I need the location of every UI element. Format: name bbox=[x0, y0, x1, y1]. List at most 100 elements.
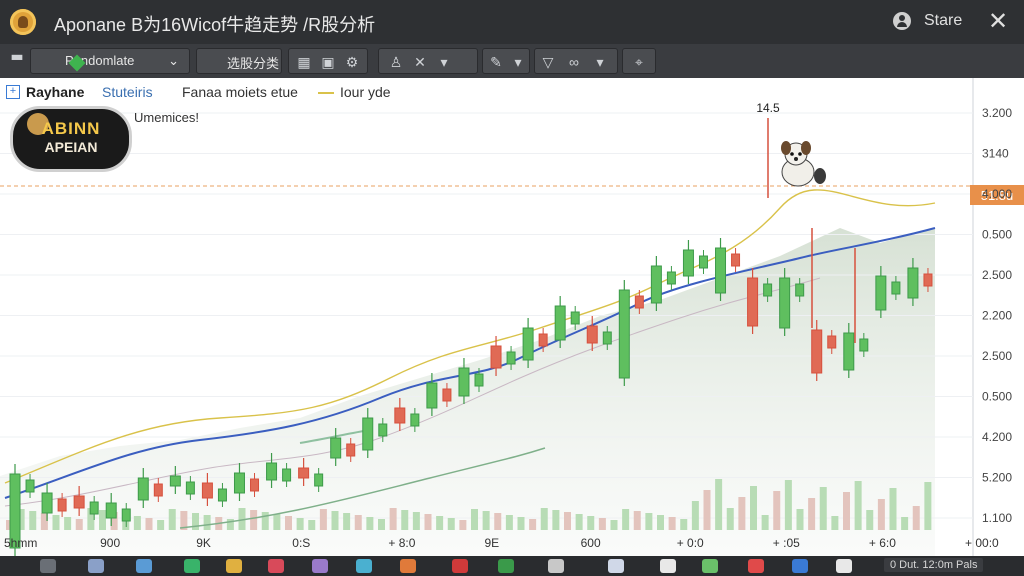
binoculars-icon[interactable]: ∞ bbox=[563, 52, 585, 72]
volume-bar bbox=[273, 514, 281, 530]
volume-bar bbox=[203, 515, 211, 530]
y-tick-label: 2.200 bbox=[982, 309, 1012, 323]
app-icon-2[interactable] bbox=[136, 559, 152, 573]
cross-tool-icon[interactable]: ✕ bbox=[409, 52, 431, 72]
app-icon-5[interactable] bbox=[268, 559, 284, 573]
volume-bar bbox=[226, 519, 234, 530]
symbol-select[interactable]: Pandomlate ⌄ bbox=[30, 48, 190, 74]
watermark-line1: ABINN bbox=[41, 119, 101, 138]
candle bbox=[153, 483, 163, 497]
x-tick-label: 900 bbox=[100, 536, 120, 550]
indicator-label: 选股分类 bbox=[227, 56, 280, 71]
app-icon-14[interactable] bbox=[702, 559, 718, 573]
app-icon-17[interactable] bbox=[836, 559, 852, 573]
indicator-button[interactable]: 选股分类 bbox=[196, 48, 419, 74]
menu-icon[interactable]: ▬ bbox=[6, 47, 28, 67]
volume-bar bbox=[854, 481, 862, 530]
add-study-icon[interactable]: + bbox=[6, 85, 20, 99]
candle bbox=[346, 443, 356, 457]
tray-extra: Pals bbox=[956, 559, 978, 571]
grid-icon[interactable]: ▦ bbox=[293, 52, 315, 72]
candle bbox=[698, 255, 708, 269]
chevron-down-icon[interactable]: ▾ bbox=[589, 52, 611, 72]
close-button[interactable]: ✕ bbox=[988, 7, 1008, 35]
volume-bar bbox=[517, 517, 525, 530]
tool-group-filter: ▽ ∞ ▾ bbox=[534, 48, 618, 74]
volume-bar bbox=[540, 508, 548, 530]
volume-bar bbox=[494, 513, 502, 530]
chevron-down-icon[interactable]: ▾ bbox=[433, 52, 455, 72]
taskbar: 0 Dut. 12:0m Pals bbox=[0, 556, 1024, 576]
filter-icon[interactable]: ▽ bbox=[537, 52, 559, 72]
y-tick-label: 2.500 bbox=[982, 268, 1012, 282]
candle bbox=[217, 488, 227, 502]
volume-bar bbox=[75, 519, 83, 530]
price-chart[interactable]: 51.8u 14.5 Umemices! 3.20031404.0000.500… bbox=[0, 78, 1024, 556]
share-button[interactable]: Stare bbox=[924, 12, 962, 30]
tool-group-draw: ♙ ✕ ▾ bbox=[378, 48, 478, 74]
user-icon[interactable] bbox=[893, 12, 911, 30]
candle bbox=[634, 295, 644, 309]
volume-bar bbox=[447, 518, 455, 530]
candle bbox=[618, 289, 630, 379]
volume-bar bbox=[552, 510, 560, 530]
title-bar: Aponane B为16Wicof牛趋走势 /R股分析 Stare ✕ bbox=[0, 0, 1024, 44]
app-icon-1[interactable] bbox=[88, 559, 104, 573]
volume-bar bbox=[436, 516, 444, 530]
candle bbox=[522, 327, 534, 361]
candle bbox=[859, 338, 869, 352]
volume-bar bbox=[610, 520, 618, 530]
legend-study[interactable]: Stuteiris bbox=[102, 84, 153, 100]
window-icon[interactable]: ▣ bbox=[317, 52, 339, 72]
candle bbox=[747, 277, 759, 327]
tray-date: 0 Dut. 12:0m bbox=[890, 559, 953, 571]
peak-label: 14.5 bbox=[756, 101, 780, 115]
app-icon-3[interactable] bbox=[184, 559, 200, 573]
app-icon-7[interactable] bbox=[356, 559, 372, 573]
candle bbox=[282, 468, 292, 482]
chart-subtitle: Umemices! bbox=[134, 110, 199, 125]
app-icon-10[interactable] bbox=[498, 559, 514, 573]
volume-bar bbox=[726, 508, 734, 530]
candle bbox=[538, 333, 548, 347]
app-icon-9[interactable] bbox=[452, 559, 468, 573]
app-icon-11[interactable] bbox=[548, 559, 564, 573]
pen-icon[interactable]: ✎ bbox=[485, 52, 507, 72]
app-icon-6[interactable] bbox=[312, 559, 328, 573]
app-icon-8[interactable] bbox=[400, 559, 416, 573]
chart-area[interactable]: 51.8u 14.5 Umemices! 3.200 3140 4.000 0.500… bbox=[0, 78, 1024, 556]
tool-pin[interactable]: ⌖ bbox=[622, 48, 656, 74]
candle bbox=[795, 283, 805, 297]
volume-bar bbox=[343, 513, 351, 530]
candle bbox=[169, 475, 181, 487]
volume-bar bbox=[761, 515, 769, 530]
volume-bar bbox=[354, 515, 362, 530]
volume-bar bbox=[750, 486, 757, 530]
volume-bar bbox=[564, 512, 571, 530]
volume-bar bbox=[250, 510, 258, 530]
volume-bar bbox=[64, 517, 72, 530]
x-tick-label: 0:S bbox=[292, 536, 310, 550]
volume-bar bbox=[680, 519, 688, 530]
candle bbox=[506, 351, 516, 365]
person-icon[interactable]: ♙ bbox=[385, 52, 407, 72]
candle bbox=[458, 367, 470, 397]
candle bbox=[105, 502, 117, 519]
candle bbox=[554, 305, 566, 341]
volume-bar bbox=[912, 506, 920, 530]
app-icon-4[interactable] bbox=[226, 559, 242, 573]
gear-icon[interactable]: ⚙ bbox=[341, 52, 363, 72]
app-icon-12[interactable] bbox=[608, 559, 624, 573]
app-icon-16[interactable] bbox=[792, 559, 808, 573]
window-title: Aponane B为16Wicof牛趋走势 /R股分析 bbox=[54, 15, 376, 35]
start-icon[interactable] bbox=[40, 559, 56, 573]
app-icon-15[interactable] bbox=[748, 559, 764, 573]
x-tick-label: + 0:0 bbox=[677, 536, 704, 550]
volume-bar bbox=[471, 509, 478, 530]
y-tick-label: 0.500 bbox=[982, 390, 1012, 404]
app-icon-13[interactable] bbox=[660, 559, 676, 573]
candle bbox=[298, 467, 310, 479]
tray-clock[interactable]: 0 Dut. 12:0m Pals bbox=[884, 558, 984, 572]
chevron-down-icon[interactable]: ▾ bbox=[507, 52, 529, 72]
legend-ma2-swatch bbox=[318, 92, 334, 94]
